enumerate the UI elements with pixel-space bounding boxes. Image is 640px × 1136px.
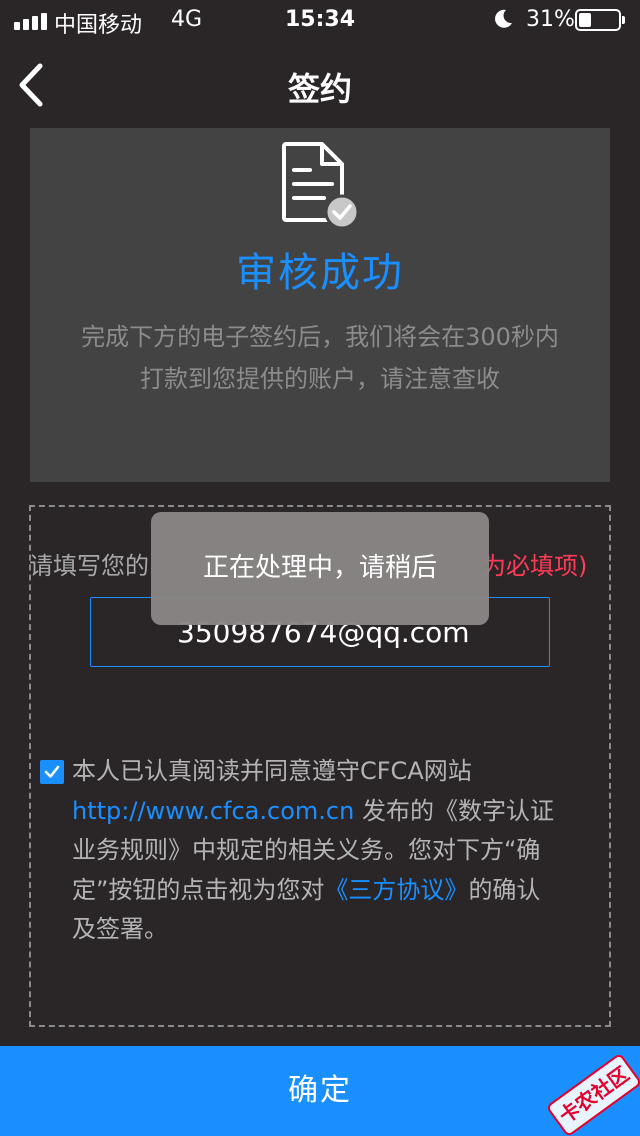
nav-bar: 签约	[0, 40, 640, 128]
watermark-seal: 卡农社区	[545, 1052, 640, 1136]
battery-fill	[579, 13, 591, 27]
required-note: 为必填项)	[482, 552, 588, 580]
agreement-text: 本人已认真阅读并同意遵守CFCA网站 http://www.cfca.com.cn…	[72, 752, 558, 950]
battery-icon	[575, 9, 625, 31]
description-line-2: 打款到您提供的账户，请注意查收	[140, 365, 500, 393]
description-line-1: 完成下方的电子签约后，我们将会在300秒内	[81, 323, 559, 351]
cfca-link[interactable]: http://www.cfca.com.cn	[72, 797, 354, 825]
page-title: 签约	[287, 70, 352, 108]
battery-percent: 31%	[526, 7, 575, 32]
checkmark-icon	[44, 765, 60, 778]
moon-icon	[495, 9, 512, 28]
document-check-icon	[282, 142, 360, 230]
agreement-checkbox[interactable]	[40, 760, 64, 784]
review-success-card: 审核成功 完成下方的电子签约后，我们将会在300秒内 打款到您提供的账户，请注意…	[30, 128, 610, 482]
review-success-heading: 审核成功	[236, 250, 404, 296]
payout-description: 完成下方的电子签约后，我们将会在300秒内 打款到您提供的账户，请注意查收	[50, 316, 590, 400]
status-bar: 中国移动 4G 15:34 31%	[0, 0, 640, 40]
processing-toast: 正在处理中，请稍后	[151, 512, 489, 625]
watermark-logo: 卡农社区	[540, 1046, 640, 1136]
agreement-text-part-1: 本人已认真阅读并同意遵守CFCA网站	[72, 757, 472, 785]
form-label: 请填写您的	[29, 552, 149, 580]
tripartite-agreement-link[interactable]: 《三方协议》	[324, 876, 468, 904]
